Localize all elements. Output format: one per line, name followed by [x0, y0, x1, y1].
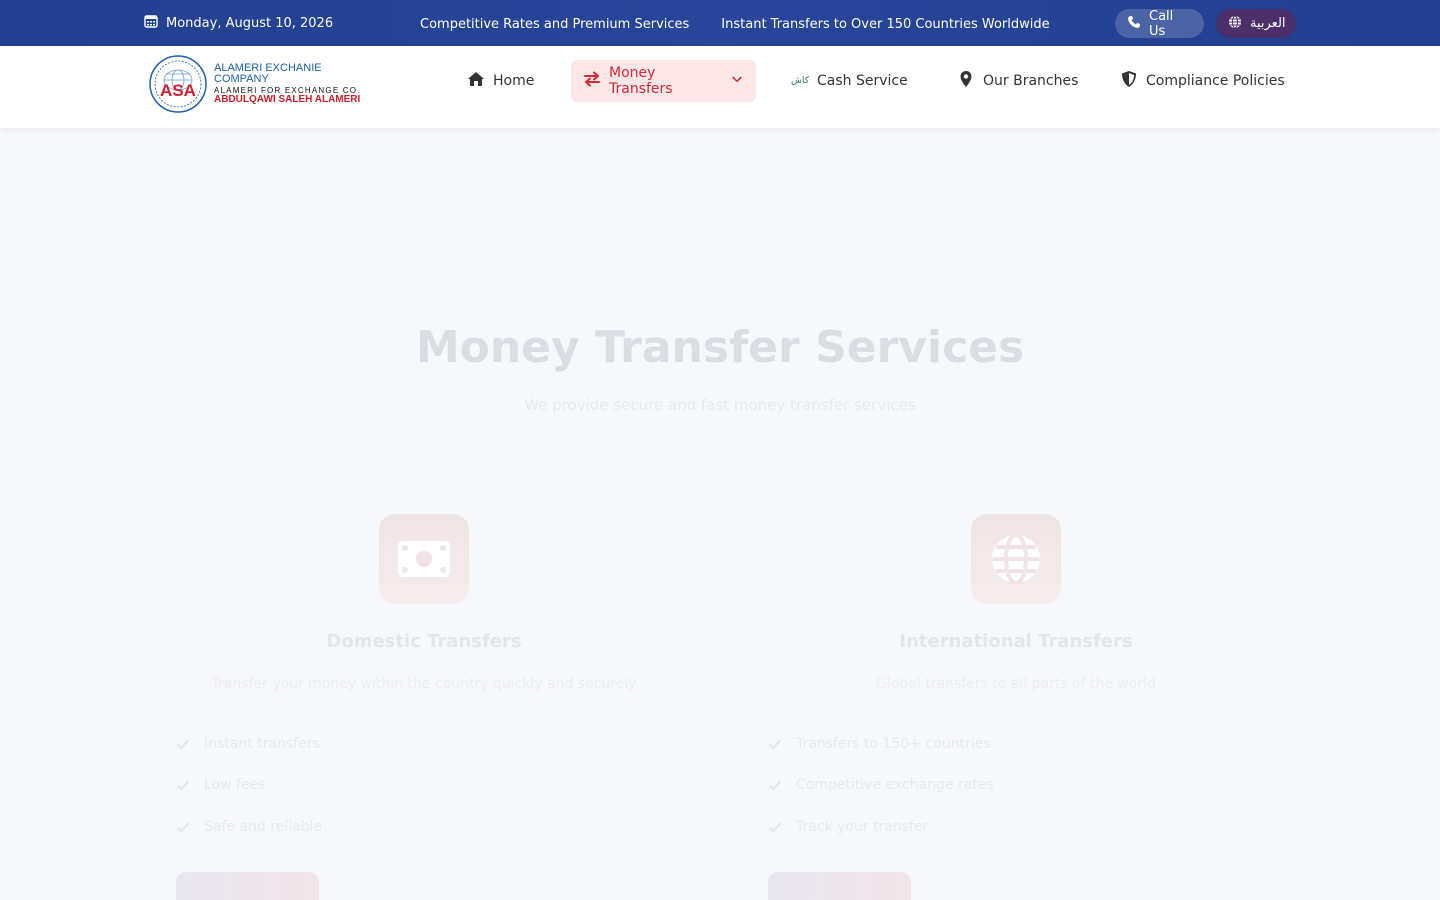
card-description: Transfer your money within the country q…	[211, 676, 637, 692]
nav-item-label: Compliance Policies	[1146, 73, 1285, 89]
nav-item-label: Our Branches	[983, 73, 1079, 89]
ticker-item: Instant Transfers to Over 150 Countries …	[721, 16, 1050, 32]
calendar-icon	[144, 14, 158, 32]
call-us-button[interactable]: Call Us	[1115, 8, 1204, 39]
company-logo[interactable]: ASA ALAMERI EXCHANIE COMPANY ALAMERI FOR…	[148, 54, 361, 114]
logo-line-2: COMPANY	[214, 73, 269, 85]
card-title: International Transfers	[899, 631, 1133, 652]
feature-item: Instant transfers	[176, 736, 320, 752]
transfer-arrows-icon	[583, 70, 601, 92]
nav-item-label: Home	[493, 73, 535, 89]
banknote-icon	[379, 514, 469, 604]
nav-item-our-branches[interactable]: Our Branches	[945, 60, 1090, 102]
feature-item: Low fees	[176, 777, 265, 793]
feature-label: Transfers to 150+ countries	[796, 736, 991, 752]
nav-item-money-transfers[interactable]: Money Transfers	[571, 60, 756, 102]
language-label: العربية	[1250, 16, 1286, 31]
card-action-button[interactable]	[768, 872, 911, 900]
check-icon	[176, 739, 190, 750]
map-pin-icon	[957, 70, 975, 92]
page-subtitle: We provide secure and fast money transfe…	[524, 396, 916, 414]
feature-label: Competitive exchange rates	[796, 777, 994, 793]
svg-text:ASA: ASA	[160, 81, 196, 100]
news-ticker: Competitive Rates and Premium Services I…	[380, 12, 1060, 36]
card-description: Global transfers to all parts of the wor…	[876, 676, 1156, 692]
check-icon	[176, 780, 190, 791]
check-icon	[768, 739, 782, 750]
feature-item: Competitive exchange rates	[768, 777, 994, 793]
feature-label: Instant transfers	[204, 736, 320, 752]
page-title: Money Transfer Services	[415, 322, 1025, 373]
call-us-label: Call Us	[1149, 8, 1174, 39]
date-display: Monday, August 10, 2026	[144, 14, 333, 32]
main-header: ASA ALAMERI EXCHANIE COMPANY ALAMERI FOR…	[0, 46, 1440, 128]
card-title: Domestic Transfers	[326, 631, 522, 652]
nav-item-compliance-policies[interactable]: Compliance Policies	[1108, 60, 1297, 102]
date-text: Monday, August 10, 2026	[166, 15, 334, 31]
feature-label: Low fees	[204, 777, 266, 793]
shield-icon	[1120, 70, 1138, 92]
check-icon	[768, 780, 782, 791]
feature-label: Track your transfer	[796, 819, 929, 835]
globe-icon	[1228, 15, 1242, 33]
cash-logo-icon: كاش	[791, 76, 810, 86]
check-icon	[768, 822, 782, 833]
phone-icon	[1127, 15, 1141, 33]
check-icon	[176, 822, 190, 833]
globe-icon	[971, 514, 1061, 604]
nav-item-label: Cash Service	[817, 73, 908, 89]
language-toggle-button[interactable]: العربية	[1216, 9, 1296, 38]
chevron-down-icon	[730, 72, 744, 90]
logo-line-4: ABDULQAWI SALEH ALAMERI	[214, 94, 361, 105]
ticker-item: Competitive Rates and Premium Services	[420, 16, 690, 32]
nav-item-label: Money Transfers	[609, 65, 673, 97]
feature-item: Safe and reliable	[176, 819, 322, 835]
logo-text: ALAMERI EXCHANIE COMPANY ALAMERI FOR EXC…	[214, 63, 361, 105]
nav-item-home[interactable]: Home	[455, 60, 546, 102]
feature-label: Safe and reliable	[204, 819, 323, 835]
feature-item: Track your transfer	[768, 819, 928, 835]
nav-item-cash-service[interactable]: كاش Cash Service	[779, 60, 920, 102]
logo-seal-icon: ASA	[149, 55, 207, 113]
card-action-button[interactable]	[176, 872, 319, 900]
feature-item: Transfers to 150+ countries	[768, 736, 991, 752]
home-icon	[467, 70, 485, 92]
top-bar: Monday, August 10, 2026 Competitive Rate…	[0, 0, 1440, 46]
